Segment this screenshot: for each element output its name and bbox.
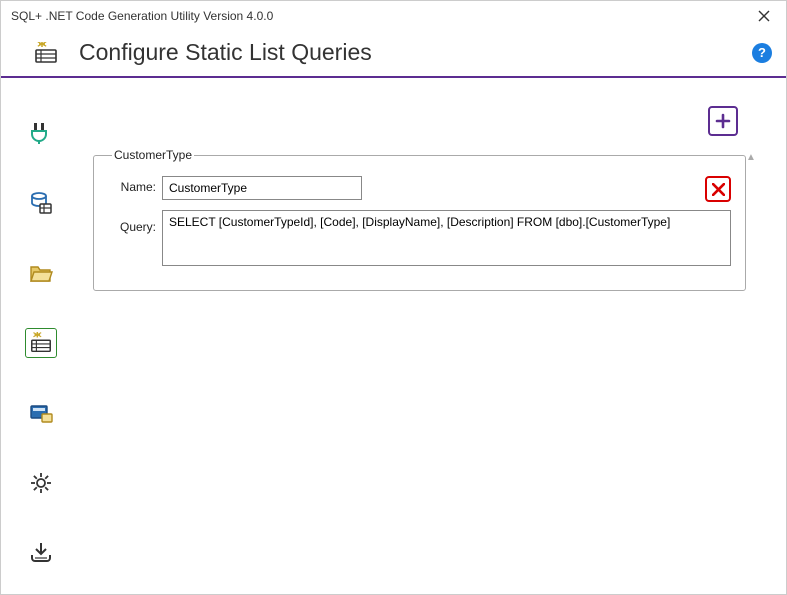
static-list-icon [29,332,53,354]
nav-static-list[interactable] [25,328,57,358]
options-icon [29,402,53,424]
plus-icon [715,113,731,129]
settings-icon [29,471,53,495]
delete-query-button[interactable] [705,176,731,202]
query-legend: CustomerType [112,148,194,162]
nav-generate[interactable] [25,538,57,568]
page-title: Configure Static List Queries [79,39,372,66]
titlebar: SQL+ .NET Code Generation Utility Versio… [1,1,786,31]
query-group: CustomerType Name: Query: [93,148,746,291]
name-label: Name: [108,176,162,194]
help-button[interactable]: ? [752,43,772,63]
close-icon [758,10,770,22]
nav-settings[interactable] [25,468,57,498]
generate-icon [29,541,53,565]
name-input[interactable] [162,176,362,200]
content-scrollbar[interactable]: ▲ [746,152,756,571]
main-panel: ▲ CustomerType Name: Query: [81,78,786,585]
nav-options[interactable] [25,398,57,428]
nav-database-schema[interactable] [25,188,57,218]
database-schema-icon [29,191,53,215]
folder-icon [29,262,53,284]
connection-icon [29,121,53,145]
query-textarea[interactable] [162,210,731,266]
nav-connection[interactable] [25,118,57,148]
page-header: Configure Static List Queries ? [1,31,786,78]
nav-folder[interactable] [25,258,57,288]
sidebar [1,78,81,585]
window-title: SQL+ .NET Code Generation Utility Versio… [11,9,273,23]
query-label: Query: [108,210,162,234]
scroll-up-arrow[interactable]: ▲ [746,152,756,163]
close-button[interactable] [752,10,776,22]
delete-icon [712,183,725,196]
static-list-header-icon [33,42,59,64]
add-query-button[interactable] [708,106,738,136]
